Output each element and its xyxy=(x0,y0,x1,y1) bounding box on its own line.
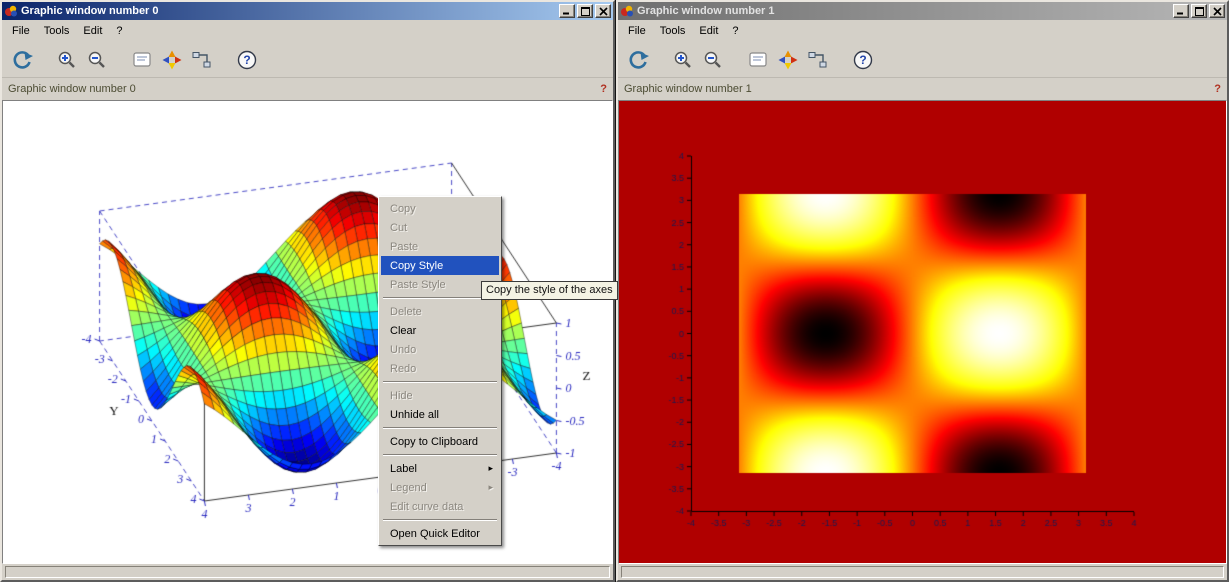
infobar-help-icon[interactable]: ? xyxy=(1214,83,1221,95)
submenu-arrow-icon: ▸ xyxy=(488,463,493,474)
menu-file[interactable]: File xyxy=(621,22,653,40)
context-menu-item-hide: Hide xyxy=(381,386,499,405)
toolbar-separator xyxy=(218,59,230,60)
titlebar[interactable]: Graphic window number 0 xyxy=(2,2,613,20)
toolbar-separator xyxy=(38,59,50,60)
minimize-button[interactable] xyxy=(1173,4,1189,18)
datatips-icon[interactable] xyxy=(158,46,185,73)
context-menu-item-clear[interactable]: Clear xyxy=(381,321,499,340)
zoom-out-icon[interactable] xyxy=(83,46,110,73)
graph-icon[interactable] xyxy=(804,46,831,73)
minimize-icon xyxy=(1177,7,1185,15)
help-icon[interactable]: ? xyxy=(849,46,876,73)
svg-text:?: ? xyxy=(243,53,250,67)
infobar: Graphic window number 1 ? xyxy=(618,78,1227,100)
menu-edit[interactable]: Edit xyxy=(692,22,725,40)
toolbar-separator xyxy=(729,59,741,60)
context-menu-item-undo: Undo xyxy=(381,340,499,359)
context-menu-item-cut: Cut xyxy=(381,218,499,237)
zoom-in-icon[interactable] xyxy=(53,46,80,73)
context-menu-separator xyxy=(383,381,497,383)
graph-icon[interactable] xyxy=(188,46,215,73)
toolbar-separator xyxy=(113,59,125,60)
context-menu: CopyCutPasteCopy StylePaste StyleDeleteC… xyxy=(378,196,502,546)
statusbar xyxy=(5,566,610,578)
zoom-out-icon[interactable] xyxy=(699,46,726,73)
close-button[interactable] xyxy=(1209,4,1225,18)
context-menu-item-legend: Legend▸ xyxy=(381,478,499,497)
menu-tools[interactable]: Tools xyxy=(37,22,77,40)
desktop: Graphic window number 0 File Tools Edit … xyxy=(0,0,1229,582)
plot-canvas-3d-surface[interactable] xyxy=(3,101,612,563)
context-menu-separator xyxy=(383,427,497,429)
context-menu-separator xyxy=(383,297,497,299)
context-menu-separator xyxy=(383,454,497,456)
close-icon xyxy=(599,7,608,16)
context-menu-separator xyxy=(383,519,497,521)
context-menu-item-delete: Delete xyxy=(381,302,499,321)
statusbar xyxy=(621,566,1224,578)
plot-canvas-heatmap[interactable] xyxy=(619,101,1226,563)
context-menu-item-label[interactable]: Label▸ xyxy=(381,459,499,478)
help-icon[interactable]: ? xyxy=(233,46,260,73)
window-title: Graphic window number 1 xyxy=(637,5,1170,17)
submenu-arrow-icon: ▸ xyxy=(488,482,493,493)
figure-area xyxy=(2,100,613,564)
context-menu-item-redo: Redo xyxy=(381,359,499,378)
close-icon xyxy=(1213,7,1222,16)
svg-text:?: ? xyxy=(859,53,866,67)
ged-icon[interactable] xyxy=(128,46,155,73)
context-menu-item-unhide-all[interactable]: Unhide all xyxy=(381,405,499,424)
context-menu-item-copy: Copy xyxy=(381,199,499,218)
infobar-text: Graphic window number 0 xyxy=(8,83,136,95)
context-menu-item-copy-style[interactable]: Copy Style xyxy=(381,256,499,275)
maximize-icon xyxy=(1195,7,1204,16)
context-menu-item-copy-to-clipboard[interactable]: Copy to Clipboard xyxy=(381,432,499,451)
window-title: Graphic window number 0 xyxy=(21,5,556,17)
close-button[interactable] xyxy=(595,4,611,18)
tooltip: Copy the style of the axes xyxy=(481,281,618,300)
maximize-icon xyxy=(581,7,590,16)
ged-icon[interactable] xyxy=(744,46,771,73)
menubar: File Tools Edit ? xyxy=(618,20,1227,42)
context-menu-item-open-quick-editor[interactable]: Open Quick Editor xyxy=(381,524,499,543)
menu-help[interactable]: ? xyxy=(725,22,745,40)
titlebar[interactable]: Graphic window number 1 xyxy=(618,2,1227,20)
scilab-window-icon xyxy=(4,4,18,18)
context-menu-item-paste: Paste xyxy=(381,237,499,256)
zoom-in-icon[interactable] xyxy=(669,46,696,73)
toolbar: ? xyxy=(618,42,1227,78)
toolbar-separator xyxy=(834,59,846,60)
toolbar: ? xyxy=(2,42,613,78)
rotate-icon[interactable] xyxy=(624,46,651,73)
infobar: Graphic window number 0 ? xyxy=(2,78,613,100)
menu-tools[interactable]: Tools xyxy=(653,22,693,40)
scilab-window-icon xyxy=(620,4,634,18)
menu-edit[interactable]: Edit xyxy=(76,22,109,40)
toolbar-separator xyxy=(654,59,666,60)
menu-help[interactable]: ? xyxy=(109,22,129,40)
infobar-text: Graphic window number 1 xyxy=(624,83,752,95)
menubar: File Tools Edit ? xyxy=(2,20,613,42)
maximize-button[interactable] xyxy=(1191,4,1207,18)
context-menu-item-edit-curve-data: Edit curve data xyxy=(381,497,499,516)
maximize-button[interactable] xyxy=(577,4,593,18)
figure-area xyxy=(618,100,1227,564)
minimize-button[interactable] xyxy=(559,4,575,18)
infobar-help-icon[interactable]: ? xyxy=(600,83,607,95)
window-graphic-1: Graphic window number 1 File Tools Edit … xyxy=(616,0,1229,582)
datatips-icon[interactable] xyxy=(774,46,801,73)
rotate-icon[interactable] xyxy=(8,46,35,73)
minimize-icon xyxy=(563,7,571,15)
menu-file[interactable]: File xyxy=(5,22,37,40)
